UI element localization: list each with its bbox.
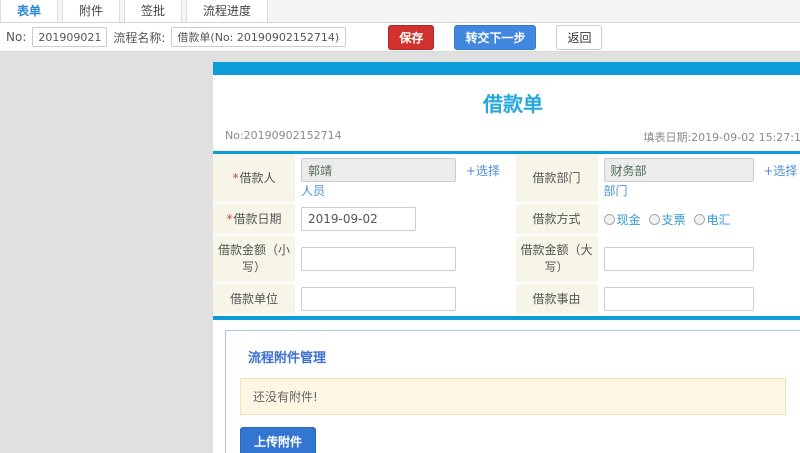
tab-process-progress[interactable]: 流程进度: [186, 0, 269, 22]
form-no-text: No:20190902152714: [225, 129, 342, 142]
radio-circle-icon: [693, 213, 705, 225]
radio-wire-label: 电汇: [706, 212, 731, 227]
required-marker: *: [226, 211, 233, 226]
amount-big-field-cell: [598, 235, 800, 283]
dept-input[interactable]: [603, 158, 754, 182]
no-label: No:: [6, 30, 27, 44]
borrower-field-cell: +选择人员: [295, 154, 516, 203]
loan-form-table: *借款人 +选择人员 借款部门 +选择部门 *借款日期: [213, 154, 800, 316]
tab-attachment[interactable]: 附件: [62, 0, 121, 22]
tab-approval[interactable]: 签批: [124, 0, 183, 22]
loan-form-panel: 借款单 No:20190902152714 填表日期:2019-09-02 15…: [213, 62, 800, 453]
forward-next-step-button[interactable]: 转交下一步: [454, 24, 537, 50]
amount-small-label: 借款金额（小写）: [217, 243, 290, 274]
dept-label-cell: 借款部门: [515, 154, 598, 204]
radio-circle-icon: [603, 213, 615, 225]
loan-unit-input[interactable]: [301, 287, 456, 311]
table-row: 借款单位 借款事由: [213, 283, 800, 316]
radio-wire[interactable]: 电汇: [693, 211, 731, 228]
attachment-section: 流程附件管理 还没有附件! 上传附件: [225, 330, 800, 453]
loan-date-input[interactable]: [301, 207, 416, 231]
panel-top-bar: [213, 62, 800, 75]
amount-big-label-cell: 借款金额（大写）: [515, 235, 598, 284]
table-row: *借款日期 借款方式 现金 支票 电汇: [213, 203, 800, 236]
table-row: 借款金额（小写） 借款金额（大写）: [213, 235, 800, 284]
radio-cheque-label: 支票: [661, 212, 686, 227]
amount-small-field-cell: [295, 235, 516, 283]
reason-field-cell: [598, 283, 800, 315]
amount-big-input[interactable]: [603, 247, 754, 271]
borrower-label: 借款人: [239, 170, 276, 185]
method-field-cell: 现金 支票 电汇: [598, 203, 800, 235]
form-date-text: 填表日期:2019-09-02 15:27:1: [643, 131, 800, 144]
action-toolbar: No: 流程名称: 保存 转交下一步 返回: [0, 23, 800, 52]
top-tab-bar: 表单 附件 签批 流程进度: [0, 0, 800, 23]
date-field-cell: [295, 203, 516, 235]
unit-field-cell: [295, 283, 516, 315]
work-area: 借款单 No:20190902152714 填表日期:2019-09-02 15…: [0, 52, 800, 453]
attachment-heading: 流程附件管理: [248, 351, 327, 366]
radio-circle-icon: [648, 213, 660, 225]
save-button[interactable]: 保存: [388, 24, 435, 50]
process-name-label: 流程名称:: [113, 30, 166, 45]
date-label-cell: *借款日期: [213, 203, 295, 236]
amount-small-label-cell: 借款金额（小写）: [213, 235, 295, 284]
dept-field-cell: +选择部门: [598, 154, 800, 203]
upload-attachment-button[interactable]: 上传附件: [240, 427, 317, 453]
process-name-input[interactable]: [171, 27, 347, 47]
form-meta-row: No:20190902152714 填表日期:2019-09-02 15:27:…: [213, 127, 800, 151]
tab-form[interactable]: 表单: [0, 0, 59, 22]
table-row: *借款人 +选择人员 借款部门 +选择部门: [213, 154, 800, 204]
unit-label: 借款单位: [229, 291, 278, 306]
loan-reason-input[interactable]: [603, 287, 754, 311]
reason-label: 借款事由: [532, 291, 581, 306]
page-title: 借款单: [483, 92, 543, 116]
borrower-label-cell: *借款人: [213, 154, 295, 204]
required-marker: *: [232, 170, 239, 185]
method-label: 借款方式: [532, 211, 581, 226]
back-button[interactable]: 返回: [556, 24, 603, 50]
no-input[interactable]: [32, 27, 108, 47]
amount-small-input[interactable]: [301, 247, 456, 271]
no-attachment-alert: 还没有附件!: [240, 378, 786, 415]
dept-label: 借款部门: [532, 170, 581, 185]
amount-big-label: 借款金额（大写）: [520, 243, 593, 274]
form-bottom-bar: [213, 316, 800, 320]
reason-label-cell: 借款事由: [515, 283, 598, 316]
radio-cash-label: 现金: [616, 212, 641, 227]
loan-method-radio-group: 现金 支票 电汇: [603, 211, 800, 228]
radio-cash[interactable]: 现金: [603, 211, 641, 228]
borrower-input[interactable]: [301, 158, 456, 182]
radio-cheque[interactable]: 支票: [648, 211, 686, 228]
unit-label-cell: 借款单位: [213, 283, 295, 316]
date-label: 借款日期: [233, 211, 282, 226]
method-label-cell: 借款方式: [515, 203, 598, 236]
